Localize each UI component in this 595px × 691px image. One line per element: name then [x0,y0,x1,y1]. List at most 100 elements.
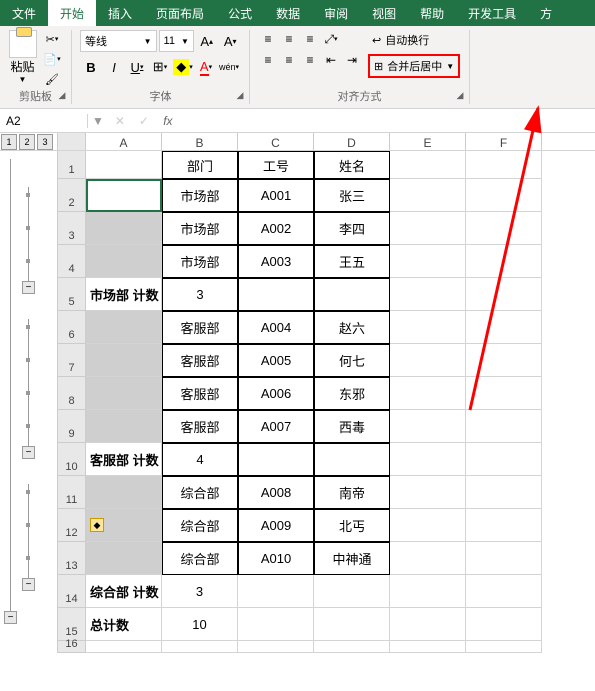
cell-d10[interactable] [314,443,390,476]
align-left-button[interactable]: ≡ [258,51,278,69]
cell-d7[interactable]: 何七 [314,344,390,377]
cell-c10[interactable] [238,443,314,476]
cancel-icon[interactable]: ✕ [108,114,132,128]
font-expand[interactable]: ◢ [234,90,246,102]
cell-b14[interactable]: 3 [162,575,238,608]
tab-more[interactable]: 方 [528,0,564,26]
cell-e10[interactable] [390,443,466,476]
row-header-6[interactable]: 6 [58,311,86,344]
tab-file[interactable]: 文件 [0,0,48,26]
confirm-icon[interactable]: ✓ [132,114,156,128]
tab-pagelayout[interactable]: 页面布局 [144,0,216,26]
cell-c7[interactable]: A005 [238,344,314,377]
cell-d13[interactable]: 中神通 [314,542,390,575]
cell-c15[interactable] [238,608,314,641]
cell-a11[interactable] [86,476,162,509]
cell-d4[interactable]: 王五 [314,245,390,278]
outline-collapse-3[interactable]: − [22,578,35,591]
fx-icon[interactable]: fx [156,114,180,128]
cut-button[interactable]: ✂▾ [41,30,63,48]
cell-e15[interactable] [390,608,466,641]
cell-b6[interactable]: 客服部 [162,311,238,344]
border-button[interactable]: ⊞▾ [149,56,171,78]
row-header-10[interactable]: 10 [58,443,86,476]
col-header-d[interactable]: D [314,133,390,150]
cell-d1[interactable]: 姓名 [314,151,390,179]
cell-c1[interactable]: 工号 [238,151,314,179]
row-header-7[interactable]: 7 [58,344,86,377]
cell-e13[interactable] [390,542,466,575]
cell-b15[interactable]: 10 [162,608,238,641]
cell-d15[interactable] [314,608,390,641]
name-box[interactable]: A2 [0,114,88,128]
cell-e16[interactable] [390,641,466,653]
cell-e8[interactable] [390,377,466,410]
row-header-1[interactable]: 1 [58,151,86,179]
cell-f10[interactable] [466,443,542,476]
underline-button[interactable]: U▾ [126,56,148,78]
cell-c4[interactable]: A003 [238,245,314,278]
copy-button[interactable]: 📄▾ [41,50,63,68]
cell-e2[interactable] [390,179,466,212]
row-header-4[interactable]: 4 [58,245,86,278]
tab-insert[interactable]: 插入 [96,0,144,26]
cell-d8[interactable]: 东邪 [314,377,390,410]
cell-c16[interactable] [238,641,314,653]
align-bottom-button[interactable]: ≡ [300,30,320,48]
row-header-14[interactable]: 14 [58,575,86,608]
cell-a7[interactable] [86,344,162,377]
bold-button[interactable]: B [80,56,102,78]
cell-e12[interactable] [390,509,466,542]
cell-d9[interactable]: 西毒 [314,410,390,443]
outline-collapse-2[interactable]: − [22,446,35,459]
paste-button[interactable]: 粘贴 ▼ [8,30,37,88]
cell-e14[interactable] [390,575,466,608]
cell-e3[interactable] [390,212,466,245]
cell-f16[interactable] [466,641,542,653]
row-header-15[interactable]: 15 [58,608,86,641]
cell-a8[interactable] [86,377,162,410]
cell-c14[interactable] [238,575,314,608]
row-header-13[interactable]: 13 [58,542,86,575]
cell-b7[interactable]: 客服部 [162,344,238,377]
cell-f9[interactable] [466,410,542,443]
outline-collapse-1[interactable]: − [22,281,35,294]
cell-a2[interactable] [86,179,162,212]
cell-f8[interactable] [466,377,542,410]
cell-e1[interactable] [390,151,466,179]
cell-b3[interactable]: 市场部 [162,212,238,245]
tab-developer[interactable]: 开发工具 [456,0,528,26]
cell-d14[interactable] [314,575,390,608]
cell-b4[interactable]: 市场部 [162,245,238,278]
col-header-f[interactable]: F [466,133,542,150]
outline-level-2[interactable]: 2 [19,134,35,150]
pinyin-button[interactable]: wén▾ [218,56,240,78]
align-middle-button[interactable]: ≡ [279,30,299,48]
row-header-3[interactable]: 3 [58,212,86,245]
row-header-11[interactable]: 11 [58,476,86,509]
cell-a4[interactable] [86,245,162,278]
cell-d11[interactable]: 南帝 [314,476,390,509]
cell-b11[interactable]: 综合部 [162,476,238,509]
cell-b16[interactable] [162,641,238,653]
cell-e5[interactable] [390,278,466,311]
increase-font-button[interactable]: A▴ [196,30,218,52]
row-header-16[interactable]: 16 [58,641,86,653]
cell-e7[interactable] [390,344,466,377]
outline-level-1[interactable]: 1 [1,134,17,150]
cell-d12[interactable]: 北丐 [314,509,390,542]
cell-b13[interactable]: 综合部 [162,542,238,575]
outline-collapse-all[interactable]: − [4,611,17,624]
cell-b8[interactable]: 客服部 [162,377,238,410]
col-header-e[interactable]: E [390,133,466,150]
tab-formulas[interactable]: 公式 [216,0,264,26]
cell-a16[interactable] [86,641,162,653]
cell-c12[interactable]: A009 [238,509,314,542]
cell-f2[interactable] [466,179,542,212]
cell-c8[interactable]: A006 [238,377,314,410]
indent-increase-button[interactable]: ⇥ [342,51,362,69]
cell-c2[interactable]: A001 [238,179,314,212]
cell-a6[interactable] [86,311,162,344]
cell-c9[interactable]: A007 [238,410,314,443]
row-header-9[interactable]: 9 [58,410,86,443]
